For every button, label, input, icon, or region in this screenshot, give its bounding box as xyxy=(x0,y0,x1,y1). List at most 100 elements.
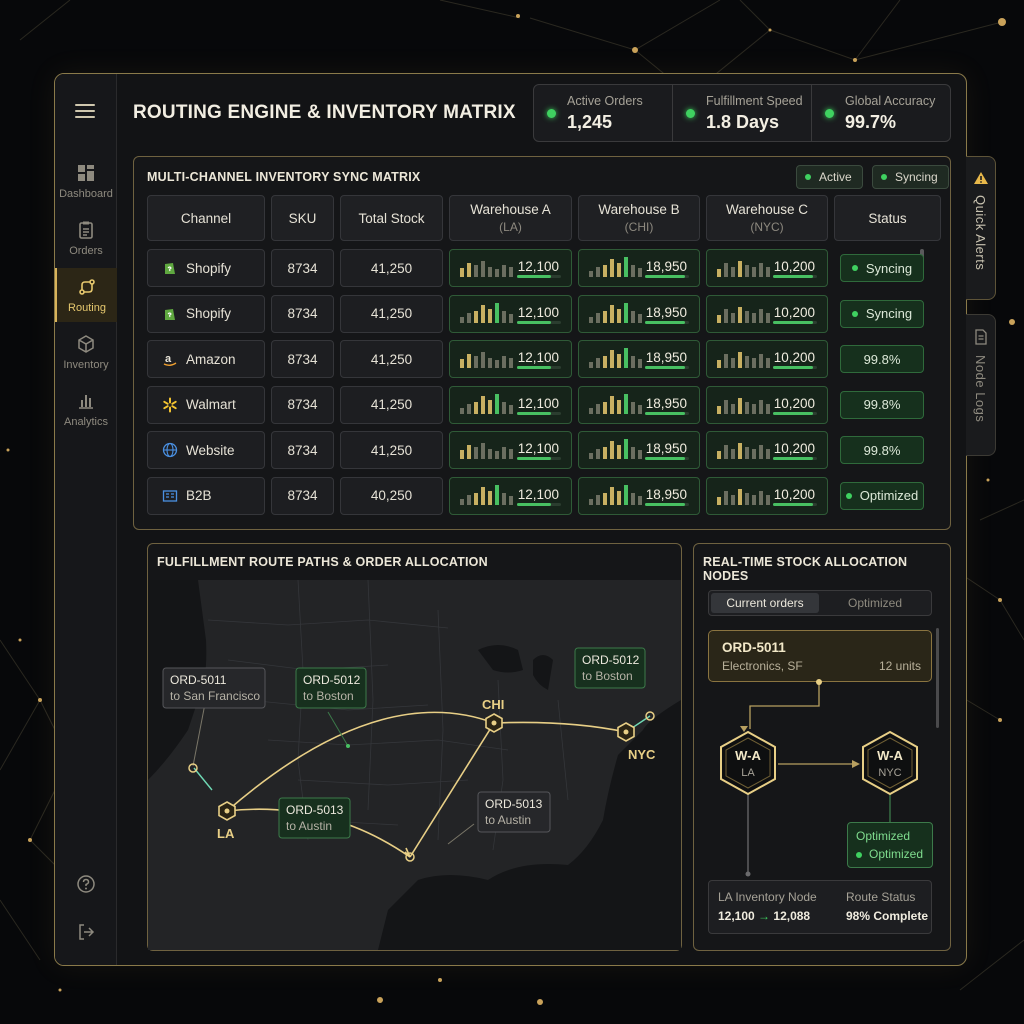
total-stock-cell: 41,250 xyxy=(340,385,443,424)
sparkline-bar xyxy=(589,498,593,505)
stock-value: 18,950 xyxy=(645,350,687,365)
order-dest: to Boston xyxy=(582,669,633,683)
warehouse-a-cell[interactable]: 12,100 xyxy=(449,249,572,287)
status-badge[interactable]: Optimized xyxy=(840,481,924,510)
sparkline-bar xyxy=(589,316,593,323)
sparkline-bar xyxy=(467,354,471,368)
sparkline-bar xyxy=(474,492,478,505)
warehouse-c-cell[interactable]: 10,200 xyxy=(706,431,828,469)
kpi-label: Global Accuracy xyxy=(845,94,936,108)
sidebar-item-label: Routing xyxy=(68,301,106,314)
warehouse-b-cell[interactable]: 18,950 xyxy=(578,476,700,515)
route-status-card: LA Inventory Node 12,100 → 12,088 Route … xyxy=(708,880,932,934)
warehouse-a-cell[interactable]: 12,100 xyxy=(449,476,572,515)
order-label-ord-5012-a[interactable]: ORD-5012 to Boston xyxy=(295,667,367,709)
header-sublabel: (LA) xyxy=(499,220,522,234)
sidebar-item-orders[interactable]: Orders xyxy=(55,211,117,265)
status-cell: 99.8% xyxy=(834,431,928,469)
stock-progress xyxy=(773,275,817,278)
stock-progress-fill xyxy=(645,411,686,415)
help-icon[interactable] xyxy=(76,874,96,894)
stock-progress-fill xyxy=(645,502,686,506)
sidebar-item-routing[interactable]: Routing xyxy=(55,268,117,322)
node-logs-tab[interactable]: Node Logs xyxy=(966,314,996,456)
quick-alerts-tab[interactable]: Quick Alerts xyxy=(966,156,996,300)
warehouse-c-cell[interactable]: 10,200 xyxy=(706,476,828,515)
warehouse-c-cell[interactable]: 10,200 xyxy=(706,249,828,287)
stock-progress-fill xyxy=(645,275,686,278)
sparkline-bar xyxy=(589,271,593,277)
channel-cell[interactable]: Shopify xyxy=(147,294,265,333)
status-badge[interactable]: 99.8% xyxy=(840,345,924,373)
route-map[interactable]: LA CHI NYC ORD-5011 to San Francisco ORD… xyxy=(148,580,681,950)
sparkline-bar xyxy=(617,445,621,459)
warehouse-c-cell[interactable]: 10,200 xyxy=(706,340,828,378)
column-header-total[interactable]: Total Stock xyxy=(340,195,443,241)
order-label-ord-5013-b[interactable]: ORD-5013 to Austin xyxy=(477,791,551,833)
sparkline-bar xyxy=(617,490,621,505)
sparkline-bar xyxy=(759,263,763,277)
sparkline-bar xyxy=(638,313,642,323)
order-label-ord-5011[interactable]: ORD-5011 to San Francisco xyxy=(162,667,266,709)
syncing-pill[interactable]: Syncing xyxy=(872,165,949,189)
sparkline-bar xyxy=(759,308,763,323)
warehouse-c-cell[interactable]: 10,200 xyxy=(706,385,828,424)
warehouse-b-cell[interactable]: 18,950 xyxy=(578,385,700,424)
sparkline-bar xyxy=(631,401,635,414)
b2b-icon xyxy=(162,489,178,502)
channel-cell[interactable]: Shopify xyxy=(147,249,265,287)
warehouse-b-cell[interactable]: 18,950 xyxy=(578,294,700,333)
logout-icon[interactable] xyxy=(76,922,96,942)
warehouse-a-cell[interactable]: 12,100 xyxy=(449,294,572,333)
column-header-status[interactable]: Status xyxy=(834,195,941,241)
sku-cell: 8734 xyxy=(271,249,334,287)
warehouse-a-cell[interactable]: 12,100 xyxy=(449,385,572,424)
channel-cell[interactable]: a Amazon xyxy=(147,340,265,378)
column-header-warehouse-b[interactable]: Warehouse B (CHI) xyxy=(578,195,700,241)
sparkline-bar xyxy=(617,399,621,414)
order-dest: to San Francisco xyxy=(170,689,260,703)
stock-progress xyxy=(773,502,817,506)
warehouse-a-cell[interactable]: 12,100 xyxy=(449,431,572,469)
warehouse-c-cell[interactable]: 10,200 xyxy=(706,294,828,333)
status-badge[interactable]: 99.8% xyxy=(840,436,924,464)
status-label: Syncing xyxy=(865,260,913,276)
channel-name: Walmart xyxy=(186,397,236,412)
optimized-status-box[interactable]: Optimized Optimized xyxy=(847,822,933,868)
column-header-warehouse-a[interactable]: Warehouse A (LA) xyxy=(449,195,572,241)
column-header-sku[interactable]: SKU xyxy=(271,195,334,241)
sparkline-bar xyxy=(474,401,478,414)
sparkline-bar xyxy=(717,405,721,414)
sidebar: Dashboard Orders Routing Inventory Analy… xyxy=(55,74,117,965)
warehouse-b-cell[interactable]: 18,950 xyxy=(578,431,700,469)
column-header-warehouse-c[interactable]: Warehouse C (NYC) xyxy=(706,195,828,241)
warehouse-b-cell[interactable]: 18,950 xyxy=(578,340,700,378)
warehouse-b-cell[interactable]: 18,950 xyxy=(578,249,700,287)
channel-cell[interactable]: B2B xyxy=(147,476,265,515)
column-header-channel[interactable]: Channel xyxy=(147,195,265,241)
stock-progress-fill xyxy=(517,320,552,324)
sidebar-item-dashboard[interactable]: Dashboard xyxy=(55,154,117,208)
order-label-ord-5013-a[interactable]: ORD-5013 to Austin xyxy=(278,797,351,839)
hamburger-icon[interactable] xyxy=(75,104,95,120)
sparkline-bar xyxy=(752,494,756,505)
channel-cell[interactable]: Walmart xyxy=(147,385,265,424)
channel-name: Shopify xyxy=(186,260,232,276)
order-label-ord-5012-b[interactable]: ORD-5012 to Boston xyxy=(574,647,646,689)
channel-cell[interactable]: Website xyxy=(147,431,265,469)
stock-value: 12,100 xyxy=(517,486,559,502)
sparkline-bar xyxy=(766,403,770,414)
status-badge[interactable]: Syncing xyxy=(840,299,924,328)
node-name: W-A xyxy=(877,748,903,763)
warehouse-a-cell[interactable]: 12,100 xyxy=(449,340,572,378)
sparkline-bar xyxy=(752,312,756,323)
status-badge[interactable]: 99.8% xyxy=(840,390,924,419)
kpi-value: 1,245 xyxy=(567,112,613,132)
sidebar-item-inventory[interactable]: Inventory xyxy=(55,325,117,379)
sparkline-bar xyxy=(731,358,735,368)
hub-label-chi: CHI xyxy=(482,697,504,712)
sidebar-item-analytics[interactable]: Analytics xyxy=(55,382,117,436)
active-pill[interactable]: Active xyxy=(796,165,863,189)
sparkline-bar xyxy=(488,267,492,277)
status-badge[interactable]: Syncing xyxy=(840,254,924,282)
